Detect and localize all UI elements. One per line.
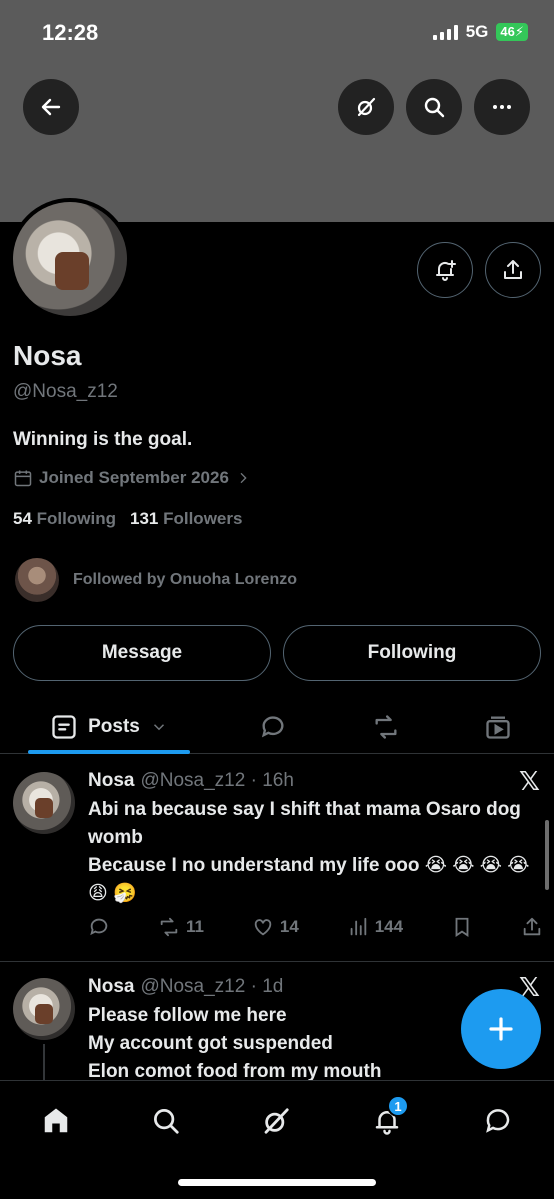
- tab-reposts[interactable]: [358, 700, 414, 754]
- followers-label: Followers: [163, 509, 243, 528]
- post-avatar[interactable]: [13, 978, 75, 1040]
- bookmark-button[interactable]: [451, 916, 473, 938]
- avatar-image: [13, 202, 127, 316]
- notification-badge: 1: [387, 1095, 409, 1117]
- tab-videos[interactable]: [470, 700, 526, 754]
- battery-icon: 46⚡: [496, 23, 528, 41]
- nav-home[interactable]: [34, 1099, 78, 1143]
- more-dots-icon: [493, 105, 511, 109]
- scrollbar[interactable]: [545, 820, 549, 890]
- chevron-right-icon: [240, 472, 247, 484]
- plus-icon: [489, 1017, 513, 1041]
- calendar-icon: [14, 470, 32, 487]
- nav-search[interactable]: [144, 1099, 188, 1143]
- share-button[interactable]: [485, 242, 541, 298]
- chevron-down-icon: [153, 724, 164, 731]
- like-button[interactable]: 14: [252, 916, 299, 938]
- post-header: Nosa @Nosa_z12 · 1d: [88, 976, 283, 998]
- x-logo-icon: 𝕏: [519, 766, 540, 796]
- profile-name: Nosa: [13, 340, 82, 371]
- nav-messages[interactable]: [476, 1099, 520, 1143]
- repost-icon: [160, 917, 178, 937]
- joined-label: Joined September 2026: [39, 468, 229, 487]
- view-count: 144: [374, 917, 404, 936]
- status-bar: 12:28 5G 46⚡: [0, 0, 554, 70]
- nav-notifications[interactable]: 1: [365, 1095, 409, 1143]
- bell-plus-icon: [436, 260, 456, 281]
- share-post-button[interactable]: [521, 916, 543, 938]
- profile-bio: Winning is the goal.: [13, 429, 193, 450]
- post-author-name: Nosa: [88, 976, 135, 997]
- like-count: 14: [279, 917, 299, 936]
- profile-tabs: Posts: [0, 700, 554, 754]
- more-button[interactable]: [474, 79, 530, 135]
- follower-avatar: [15, 558, 59, 602]
- signal-icon: [432, 24, 458, 40]
- post-meta: @Nosa_z12 · 1d: [140, 976, 284, 997]
- followed-by[interactable]: Followed by Onuoha Lorenzo: [15, 558, 297, 602]
- reply-button[interactable]: [88, 916, 110, 938]
- grok-icon: [264, 1108, 289, 1134]
- views-button[interactable]: 144: [347, 916, 403, 938]
- grok-button[interactable]: [338, 79, 394, 135]
- post-actions: 11 14 144: [88, 916, 543, 938]
- post-avatar[interactable]: [13, 772, 75, 834]
- home-indicator[interactable]: [178, 1179, 376, 1186]
- thread-line: [43, 1044, 45, 1080]
- compose-button[interactable]: [461, 989, 541, 1069]
- post-meta: @Nosa_z12 · 16h: [140, 770, 294, 791]
- posts-icon: [52, 715, 76, 739]
- views-icon: [350, 917, 366, 936]
- tab-active-indicator: [28, 750, 190, 754]
- followed-by-text: Followed by Onuoha Lorenzo: [73, 571, 297, 588]
- repost-button[interactable]: 11: [158, 916, 204, 938]
- followers-stat[interactable]: 131 Followers: [130, 509, 242, 529]
- search-button[interactable]: [406, 79, 462, 135]
- post-item[interactable]: Nosa @Nosa_z12 · 16h 𝕏 Abi na because sa…: [0, 756, 554, 961]
- follow-stats: 54 Following 131 Followers: [13, 509, 242, 529]
- repost-count: 11: [185, 917, 204, 936]
- bookmark-icon: [455, 917, 469, 937]
- chat-bubble-icon: [486, 1109, 510, 1133]
- post-text: Abi na because say I shift that mama Osa…: [88, 799, 530, 904]
- status-indicators: 5G 46⚡: [432, 22, 528, 42]
- battery-level: 46: [500, 24, 515, 39]
- reply-icon: [90, 918, 108, 936]
- tab-posts-label: Posts: [88, 716, 140, 737]
- following-button[interactable]: Following: [283, 625, 541, 681]
- grok-icon: [357, 97, 376, 117]
- nav-grok[interactable]: [254, 1099, 298, 1143]
- tab-posts[interactable]: Posts: [28, 700, 190, 754]
- video-icon: [486, 716, 510, 739]
- search-icon: [424, 97, 445, 118]
- profile-avatar[interactable]: [9, 198, 131, 320]
- post-author-name: Nosa: [88, 770, 135, 791]
- following-count: 54: [13, 509, 32, 528]
- home-icon: [44, 1108, 68, 1133]
- notify-button[interactable]: [417, 242, 473, 298]
- followers-count: 131: [129, 509, 159, 528]
- tab-replies[interactable]: [245, 700, 301, 754]
- following-label: Following: [36, 509, 116, 528]
- arrow-left-icon: [41, 98, 61, 116]
- repost-icon: [375, 715, 397, 739]
- share-icon: [504, 260, 522, 279]
- profile-handle: @Nosa_z12: [13, 381, 118, 402]
- message-button[interactable]: Message: [13, 625, 271, 681]
- reply-bubble-icon: [261, 716, 284, 738]
- share-icon: [523, 917, 541, 936]
- status-time: 12:28: [42, 20, 99, 45]
- search-icon: [154, 1109, 179, 1134]
- back-button[interactable]: [23, 79, 79, 135]
- heart-icon: [254, 919, 272, 936]
- following-stat[interactable]: 54 Following: [13, 509, 116, 529]
- network-label: 5G: [465, 22, 489, 41]
- post-header: Nosa @Nosa_z12 · 16h: [88, 770, 294, 792]
- joined-date[interactable]: Joined September 2026: [13, 468, 251, 488]
